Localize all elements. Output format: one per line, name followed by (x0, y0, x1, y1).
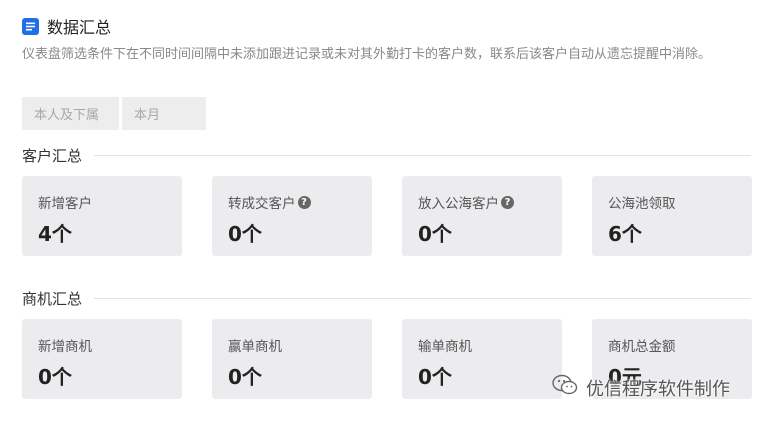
scope-filter-select[interactable]: 本人及下属 (22, 97, 119, 130)
period-filter-select[interactable]: 本月 (122, 97, 206, 130)
stat-label: 放入公海客户 (418, 196, 499, 212)
stat-label: 新增商机 (38, 339, 92, 355)
document-list-icon (22, 17, 39, 35)
stat-value: 6个 (608, 222, 642, 246)
stat-value: 0个 (38, 365, 72, 389)
page-header: 数据汇总 (22, 14, 111, 38)
watermark-text: 优信程序软件制作 (586, 378, 730, 400)
stat-card-new-customers[interactable]: 新增客户 4个 (22, 176, 182, 256)
stat-label: 公海池领取 (608, 196, 676, 212)
stat-card-new-opportunities[interactable]: 新增商机 0个 (22, 319, 182, 399)
section-divider (94, 155, 751, 156)
opportunity-summary-title: 商机汇总 (22, 290, 83, 308)
description-text: 仪表盘筛选条件下在不同时间间隔中未添加跟进记录或未对其外勤打卡的客户数，联系后该… (22, 47, 712, 62)
stat-label: 商机总金额 (608, 339, 676, 355)
section-divider (94, 298, 751, 299)
stat-card-public-pool-customers[interactable]: 放入公海客户 ? 0个 (402, 176, 562, 256)
filter-bar: 本人及下属 本月 (22, 97, 206, 130)
stat-label: 赢单商机 (228, 339, 282, 355)
stat-label: 输单商机 (418, 339, 472, 355)
wechat-icon (552, 374, 578, 401)
stat-value: 0个 (418, 222, 452, 246)
help-icon[interactable]: ? (297, 195, 311, 209)
stat-card-public-pool-claimed[interactable]: 公海池领取 6个 (592, 176, 752, 256)
watermark: 优信程序软件制作 (552, 374, 730, 401)
customer-summary-cards: 新增客户 4个 转成交客户 ? 0个 放入公海客户 ? 0个 公海池领取 6个 (22, 176, 752, 256)
stat-value: 0个 (228, 365, 262, 389)
customer-summary-header: 客户汇总 (22, 145, 751, 166)
stat-label: 转成交客户 (228, 196, 296, 212)
stat-value: 0个 (418, 365, 452, 389)
stat-card-converted-customers[interactable]: 转成交客户 ? 0个 (212, 176, 372, 256)
customer-summary-title: 客户汇总 (22, 147, 83, 165)
help-icon[interactable]: ? (501, 195, 514, 209)
stat-value: 0个 (228, 222, 262, 246)
stat-card-won-opportunities[interactable]: 赢单商机 0个 (212, 319, 372, 399)
stat-label: 新增客户 (38, 196, 92, 212)
stat-card-lost-opportunities[interactable]: 输单商机 0个 (402, 319, 562, 399)
opportunity-summary-header: 商机汇总 (22, 288, 751, 309)
page-title: 数据汇总 (47, 18, 112, 37)
stat-value: 4个 (38, 222, 72, 246)
